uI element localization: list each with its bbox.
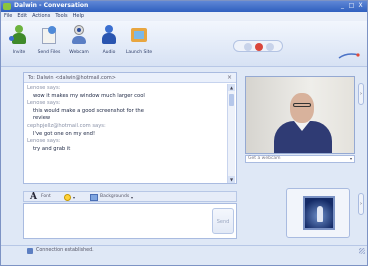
chevron-down-icon: ▾ [349, 156, 352, 161]
invite-button[interactable]: Invite [5, 24, 33, 64]
minimize-button[interactable]: _ [339, 2, 346, 10]
message-text: I've got one on my end! [33, 130, 96, 137]
more-options-icon[interactable] [266, 43, 274, 51]
audio-button[interactable]: Audio [95, 24, 123, 64]
block-status-strip [233, 40, 283, 52]
webcam-dropdown[interactable]: Get a webcam ▾ [245, 155, 355, 163]
emoticon-icon[interactable] [64, 194, 71, 201]
to-line: To: Dalwin <dalwin@hotmail.com> × [24, 73, 236, 83]
message-sender: Lenose says: [27, 85, 61, 91]
menu-help[interactable]: Help [73, 12, 84, 21]
format-bar: A Font ▾ Backgrounds ▾ [23, 191, 237, 202]
display-options-icon[interactable] [244, 43, 252, 51]
launch-site-label: Launch Site [125, 50, 153, 55]
font-icon[interactable]: A [30, 192, 37, 202]
launch-site-button[interactable]: Launch Site [125, 24, 153, 64]
webcam-icon [69, 24, 89, 46]
msn-butterfly-icon [3, 3, 11, 10]
status-text: Connection established. [36, 248, 94, 253]
status-bar: Connection established. [1, 245, 367, 255]
menu-edit[interactable]: Edit [17, 12, 27, 21]
conversation-history: To: Dalwin <dalwin@hotmail.com> × Lenose… [23, 72, 237, 184]
menu-actions[interactable]: Actions [32, 12, 50, 21]
launch-site-icon [129, 24, 149, 46]
backgrounds-dropdown-icon[interactable]: ▾ [131, 195, 133, 200]
send-files-label: Send Files [37, 50, 61, 55]
backgrounds-icon[interactable] [90, 194, 98, 201]
close-button[interactable]: X [357, 2, 364, 10]
message-sender: Lenose says: [27, 100, 61, 107]
resize-grip[interactable] [359, 248, 365, 254]
webcam-button[interactable]: Webcam [65, 24, 93, 64]
send-files-icon [39, 24, 59, 46]
menu-file[interactable]: File [4, 12, 12, 21]
invite-icon [9, 24, 29, 46]
window-title: Dalwin - Conversation [14, 2, 89, 9]
message-text: try and grab it [33, 145, 71, 152]
contact-webcam-view [245, 76, 355, 154]
webcam-dropdown-label: Get a webcam [248, 156, 281, 161]
toolbar: Invite Send Files Webcam Audio Launch Si… [1, 21, 367, 67]
connection-icon [27, 248, 33, 254]
message-sender: Lenose says: [27, 138, 61, 145]
title-bar[interactable]: Dalwin - Conversation _ □ X [1, 1, 367, 12]
display-picture-image [303, 196, 335, 230]
font-button-label[interactable]: Font [41, 194, 51, 199]
scroll-down-icon[interactable]: ▼ [228, 176, 235, 183]
conversation-window: Dalwin - Conversation _ □ X File Edit Ac… [0, 0, 368, 266]
message-list: Lenose says: wow it makes my window much … [27, 85, 223, 153]
collapse-contact-panel-button[interactable]: › [358, 83, 364, 105]
own-display-picture[interactable] [286, 188, 350, 238]
backgrounds-button-label[interactable]: Backgrounds [100, 194, 129, 199]
conversation-scrollbar[interactable]: ▲ ▼ [227, 84, 235, 183]
msn-logo-icon [337, 51, 361, 61]
webcam-label: Webcam [69, 50, 89, 55]
send-button[interactable]: Send [212, 208, 234, 234]
message-text: review [33, 115, 51, 122]
message-input[interactable]: Send [23, 203, 237, 239]
audio-icon [99, 24, 119, 46]
scroll-thumb[interactable] [229, 94, 234, 106]
collapse-own-picture-button[interactable]: › [358, 193, 364, 215]
close-to-bar-icon[interactable]: × [227, 73, 232, 83]
menu-tools[interactable]: Tools [55, 12, 67, 21]
emoticon-dropdown-icon[interactable]: ▾ [73, 195, 75, 200]
scroll-up-icon[interactable]: ▲ [228, 84, 235, 91]
message-text: wow it makes my window much larger cool [33, 92, 145, 99]
send-files-button[interactable]: Send Files [35, 24, 63, 64]
audio-label: Audio [102, 50, 116, 55]
maximize-button[interactable]: □ [348, 2, 355, 10]
to-line-text: To: Dalwin <dalwin@hotmail.com> [28, 75, 116, 81]
message-sender: cephpjellz@hotmail.com says: [27, 122, 106, 129]
block-icon[interactable] [255, 43, 263, 51]
menu-bar: File Edit Actions Tools Help [1, 12, 367, 21]
invite-label: Invite [12, 50, 26, 55]
message-text: this would make a good screenshot for th… [33, 107, 144, 114]
